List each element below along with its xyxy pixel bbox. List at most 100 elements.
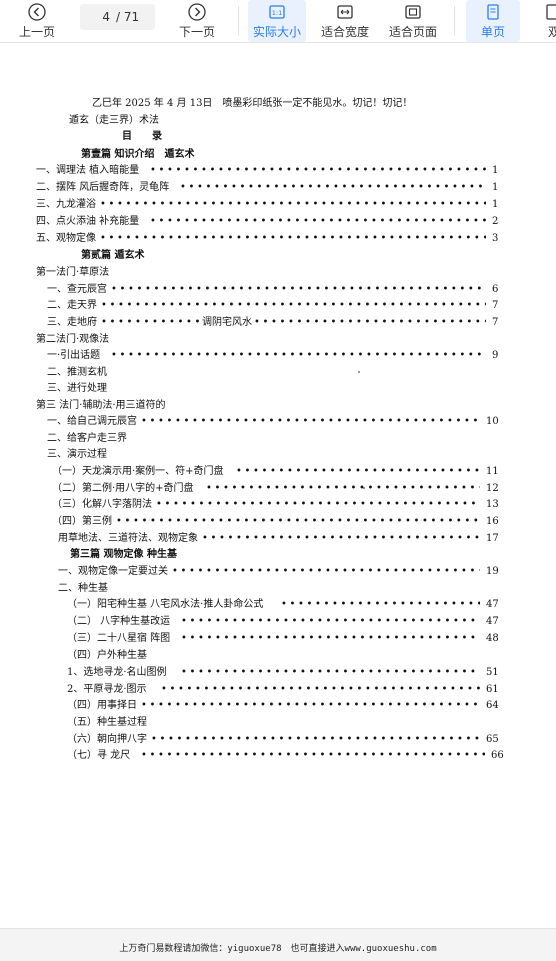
toc-entry: （三）化解八字落阴法 ••••••••••••••••••••••••••••••… [0, 498, 556, 512]
toc-text: （七）寻 龙尺 [67, 749, 133, 763]
toc-page-number: 11 [486, 466, 499, 477]
toc-leader-dots: ••••••••••••••••••••••••••••••••••••••••… [141, 750, 485, 761]
toc-text: 第二法门·观像法 [36, 333, 112, 347]
toc-entry: 一、给自己调元辰宫 •••••••••••••••••••••••••••••••… [0, 415, 556, 429]
page-number-input[interactable] [86, 10, 110, 24]
toc-leader-dots: ••••••••••••••••••••••••••••••••••••••••… [156, 499, 480, 510]
toc-page-number: 65 [486, 734, 499, 745]
toc-page-number: 48 [486, 633, 499, 644]
toc-text: 三、进行处理 [47, 382, 109, 396]
toc-text: （一）阳宅种生基 八宅风水法·推人卦命公式 [67, 598, 266, 612]
toc-page-number: 9 [492, 350, 499, 361]
toc-page-number: 47 [486, 616, 499, 627]
toc-text: 第贰篇 遁玄术 [81, 249, 147, 263]
toc-entry: 三、走地府 •••••••••••••••••••••••••••••••••••… [0, 316, 556, 330]
toc-heading: 第壹篇 知识介绍 遁玄术 [0, 148, 556, 162]
toc-entry: 四、点火添油 补充能量 •••••••••••••••••••••••••••••… [0, 215, 556, 229]
contents-title: 目 录 [122, 131, 162, 142]
toc-page-number: 16 [486, 516, 499, 527]
toc-text: （四）用事择日 [67, 699, 139, 713]
toc-text: 三、走地府 [47, 316, 99, 330]
document-page: 乙巳年 2025 年 4 月 13日 喷墨彩印纸张一定不能见水。切记！切记！ 遁… [0, 43, 556, 928]
toc-leader-dots: ••••••••••••••••••••••••••••••••••••••••… [116, 516, 480, 527]
toc-page-number: 1 [492, 199, 499, 210]
toc-entry: 二、走天界 •••••••••••••••••••••••••••••••••••… [0, 299, 556, 313]
double-page-icon [546, 4, 556, 20]
double-page-button[interactable]: 双 [540, 0, 556, 42]
toc-entry: 一、观物定像一定要过关 •••••••••••••••••••••••••••••… [0, 565, 556, 579]
toc-plain: 第一法门·草原法 [0, 266, 556, 280]
toc-text: 二、摆阵 风后握奇阵，灵龟阵 [36, 181, 172, 195]
toc-page-number: 66 [491, 750, 504, 761]
toc-entry: 五、观物定像 ••••••••••••••••••••••••••••••••••… [0, 232, 556, 246]
toc-leader-dots: ••••••••••••••••••••••••••••••••••••••••… [101, 317, 486, 328]
actual-size-button[interactable]: 1:1 实际大小 [248, 0, 306, 42]
toc-leader-dots: ••••••••••••••••••••••••••••••••••••••••… [141, 416, 480, 427]
toc-leader-dots: ••••••••••••••••••••••••••••••••••••••••… [181, 667, 480, 678]
chevron-left-circle-icon [28, 3, 46, 21]
toc-plain: 第二法门·观像法 [0, 333, 556, 347]
toc-entry: 一、查元辰宫 ••••••••••••••••••••••••••••••••••… [0, 283, 556, 297]
fit-page-icon [405, 5, 421, 19]
toc-entry: 一、调理法 植入暗能量 •••••••••••••••••••••••••••••… [0, 164, 556, 178]
toc-leader-dots: ••••••••••••••••••••••••••••••••••••••••… [111, 350, 486, 361]
actual-size-icon: 1:1 [269, 5, 285, 19]
toc-entry: （四）第三例 ••••••••••••••••••••••••••••••••••… [0, 515, 556, 529]
toc-page-number: 3 [492, 233, 499, 244]
toc-leader-dots: ••••••••••••••••••••••••••••••••••••••••… [161, 684, 480, 695]
toc-mid-text: 调阴宅风水 [200, 316, 254, 330]
toc-plain: 二、推测玄机 [0, 366, 556, 380]
toc-text: 一·引出话题 [47, 349, 103, 363]
page-total: / 71 [116, 10, 140, 24]
toc-text: 三、九龙灌浴 [36, 198, 98, 212]
next-page-label: 下一页 [178, 25, 215, 39]
scan-speck [358, 371, 360, 373]
fit-width-button[interactable]: 适合宽度 [314, 0, 376, 42]
toc-text: 三、演示过程 [47, 448, 109, 462]
toc-leader-dots: ••••••••••••••••••••••••••••••••••••••••… [181, 616, 480, 627]
toc-text: 第壹篇 知识介绍 遁玄术 [81, 148, 197, 162]
toc-leader-dots: ••••••••••••••••••••••••••••••••••••••••… [206, 483, 480, 494]
toc-page-number: 12 [486, 483, 499, 494]
toc-text: 第三 法门·辅助法·用三道符的 [36, 399, 168, 413]
toc-text: 1、选地寻龙·名山图例 [67, 666, 169, 680]
toc-entry: （二） 八字种生基改运 •••••••••••••••••••••••••••••… [0, 615, 556, 629]
toc-entry: 1、选地寻龙·名山图例 •••••••••••••••••••••••••••••… [0, 666, 556, 680]
single-page-button[interactable]: 单页 [466, 0, 520, 42]
toc-text: （六）朝向押八字 [67, 733, 149, 747]
toc-page-number: 6 [492, 284, 499, 295]
toc-text: （一）天龙演示用·案例一、符+奇门盘 [52, 465, 226, 479]
toc-leader-dots: ••••••••••••••••••••••••••••••••••••••••… [151, 734, 480, 745]
footer-text: 上万奇门易数程请加微信：yiguoxue78 也可直接进入www.guoxues… [119, 944, 437, 954]
toc-text: （二）第二例·用八字的+奇门盘 [52, 482, 196, 496]
toc-entry: （四）用事择日 •••••••••••••••••••••••••••••••••… [0, 699, 556, 713]
toc-page-number: 2 [492, 216, 499, 227]
single-page-icon [487, 4, 499, 20]
toc-page-number: 1 [492, 182, 499, 193]
toc-entry: （二）第二例·用八字的+奇门盘 •••••••••••••••••••••••••… [0, 482, 556, 496]
toc-text: （五）种生基过程 [67, 716, 149, 730]
prev-page-button[interactable]: 上一页 [8, 0, 66, 42]
scan-speck [363, 487, 365, 489]
page-number-box: / 71 [80, 4, 155, 30]
toc-text: 一、观物定像一定要过关 [58, 565, 170, 579]
header-note: 乙巳年 2025 年 4 月 13日 喷墨彩印纸张一定不能见水。切记！切记！ [92, 98, 413, 109]
next-page-button[interactable]: 下一页 [168, 0, 226, 42]
toc-text: 第三篇 观物定像 种生基 [70, 548, 179, 562]
actual-size-label: 实际大小 [252, 25, 301, 39]
toc-page-number: 47 [486, 599, 499, 610]
fit-page-button[interactable]: 适合页面 [382, 0, 444, 42]
toc-plain: 二、种生基 [0, 582, 556, 596]
toolbar-divider [454, 6, 455, 36]
toc-page-number: 7 [492, 300, 499, 311]
toc-entry: （三）二十八星宿 阵图 •••••••••••••••••••••••••••••… [0, 632, 556, 646]
toc-text: 五、观物定像 [36, 232, 98, 246]
toc-leader-dots: ••••••••••••••••••••••••••••••••••••••••… [180, 182, 486, 193]
toc-heading: 第三篇 观物定像 种生基 [0, 548, 556, 562]
double-page-label: 双 [548, 25, 556, 39]
toc-text: 用草地法、三道符法、观物定象 [58, 532, 200, 546]
toc-leader-dots: ••••••••••••••••••••••••••••••••••••••••… [100, 199, 486, 210]
toc-page-number: 61 [486, 684, 499, 695]
svg-text:1:1: 1:1 [272, 9, 282, 17]
toc-text: （四）户外种生基 [67, 649, 149, 663]
